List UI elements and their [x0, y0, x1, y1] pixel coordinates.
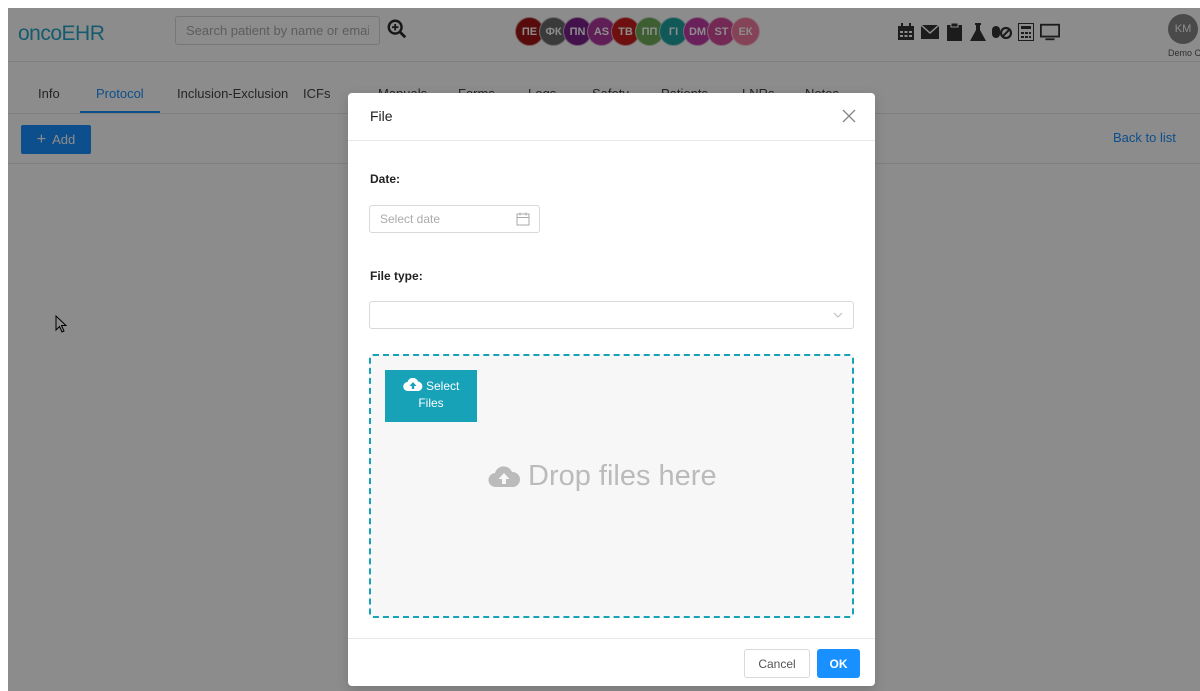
select-files-button[interactable]: Select Files	[385, 370, 477, 422]
drop-files-text: Drop files here	[528, 460, 717, 492]
date-label: Date:	[370, 172, 401, 186]
modal-title: File	[370, 108, 393, 124]
chevron-down-icon	[833, 312, 843, 318]
cancel-button[interactable]: Cancel	[744, 649, 810, 678]
modal-header: File	[348, 93, 875, 141]
ok-button[interactable]: OK	[817, 649, 860, 678]
close-icon[interactable]	[842, 109, 856, 123]
drop-files-hint: Drop files here	[488, 460, 717, 493]
file-type-select[interactable]	[369, 301, 854, 329]
modal-footer: Cancel OK	[348, 638, 875, 686]
calendar-icon	[516, 212, 530, 226]
date-placeholder: Select date	[380, 212, 441, 226]
file-upload-modal: File Date: Select date File type: Select…	[348, 93, 875, 686]
cloud-upload-icon	[488, 465, 520, 487]
cloud-upload-icon	[402, 377, 423, 392]
date-picker-input[interactable]: Select date	[369, 205, 540, 233]
file-dropzone[interactable]: Select Files Drop files here	[369, 354, 854, 618]
file-type-label: File type:	[370, 269, 423, 283]
select-files-first-line: Select	[385, 377, 477, 395]
select-files-second-line: Files	[418, 396, 444, 410]
